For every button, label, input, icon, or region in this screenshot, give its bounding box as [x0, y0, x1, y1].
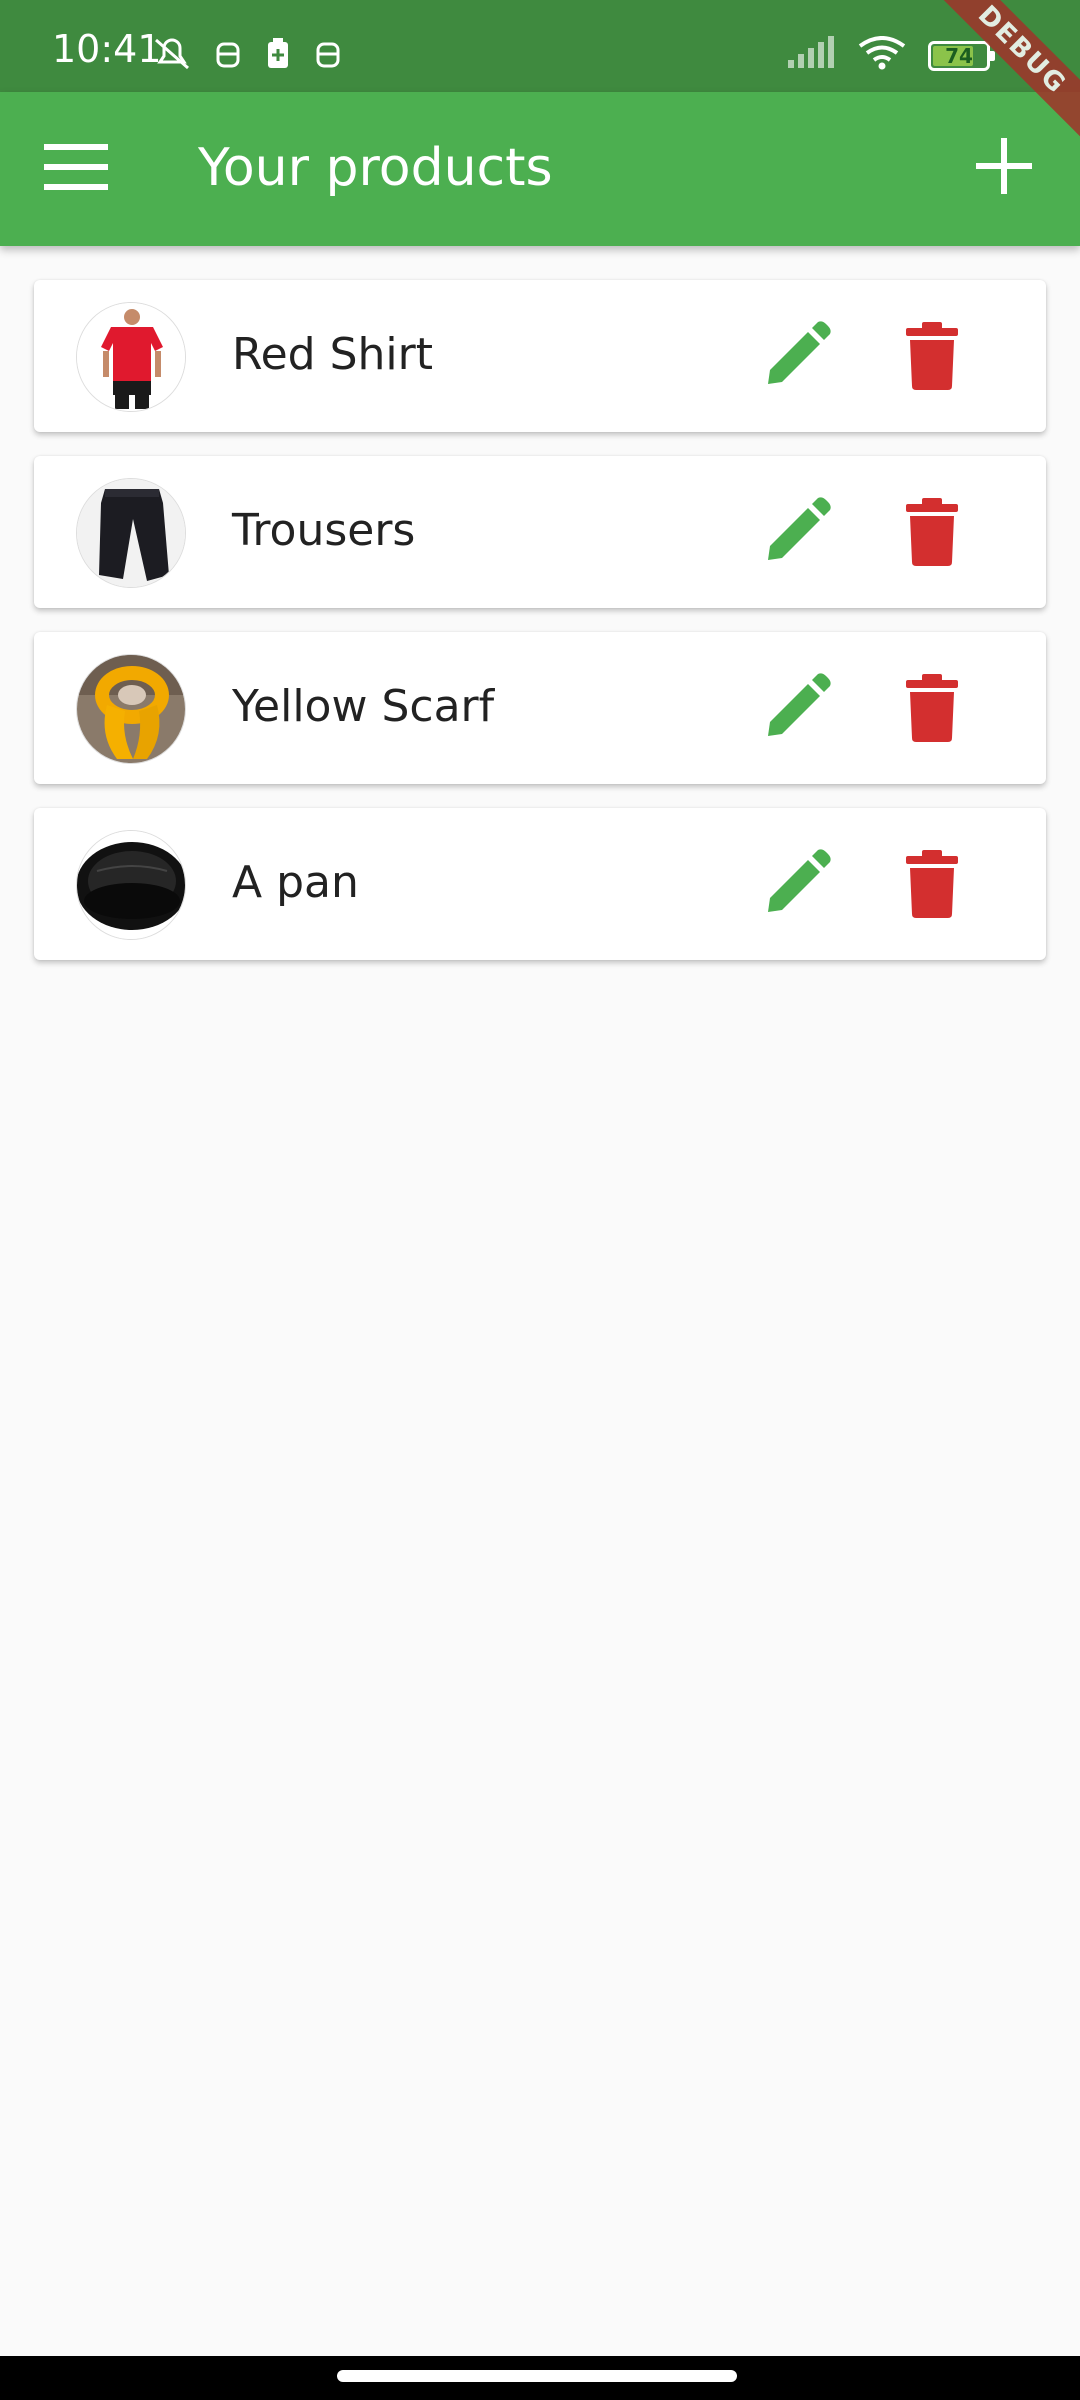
home-indicator[interactable] [337, 2370, 737, 2382]
trash-icon [906, 850, 958, 918]
edit-button[interactable] [760, 672, 832, 744]
battery-level: 74 [945, 43, 973, 68]
navigation-bar [0, 2356, 1080, 2400]
wifi-icon [858, 36, 906, 75]
red-shirt-image [76, 302, 186, 412]
android-icon [314, 36, 342, 75]
status-bar: 10:41 74 [0, 0, 1080, 92]
product-name: Yellow Scarf [232, 681, 495, 732]
edit-button[interactable] [760, 320, 832, 392]
delete-button[interactable] [896, 496, 968, 568]
pan-image [76, 830, 186, 940]
pencil-icon [768, 497, 831, 560]
status-icons-right: 74 [786, 36, 995, 75]
pencil-icon [768, 673, 831, 736]
delete-button[interactable] [896, 848, 968, 920]
edit-button[interactable] [760, 496, 832, 568]
page-title: Your products [198, 138, 553, 198]
delete-button[interactable] [896, 672, 968, 744]
battery-saver-icon [264, 36, 292, 75]
product-list: Red Shirt Trousers Yellow Scarf A pan [34, 280, 1046, 984]
yellow-scarf-image [76, 654, 186, 764]
product-item: Yellow Scarf [34, 632, 1046, 784]
android-icon [214, 36, 242, 75]
delete-button[interactable] [896, 320, 968, 392]
menu-icon [44, 144, 108, 190]
product-item: Red Shirt [34, 280, 1046, 432]
status-icons-left [152, 36, 342, 75]
trash-icon [906, 498, 958, 566]
app-bar: Your products [0, 92, 1080, 246]
edit-button[interactable] [760, 848, 832, 920]
battery-icon: 74 [928, 40, 995, 71]
alarm-off-icon [152, 36, 192, 75]
status-time: 10:41 [52, 27, 162, 71]
trash-icon [906, 322, 958, 390]
trash-icon [906, 674, 958, 742]
pencil-icon [768, 849, 831, 912]
product-name: Trousers [232, 505, 416, 556]
product-name: Red Shirt [232, 329, 433, 380]
add-icon [976, 138, 1032, 194]
product-name: A pan [232, 857, 359, 908]
signal-icon [786, 36, 836, 75]
menu-button[interactable] [44, 142, 108, 192]
add-product-button[interactable] [972, 134, 1036, 198]
pencil-icon [768, 321, 831, 384]
trousers-image [76, 478, 186, 588]
product-item: A pan [34, 808, 1046, 960]
product-item: Trousers [34, 456, 1046, 608]
